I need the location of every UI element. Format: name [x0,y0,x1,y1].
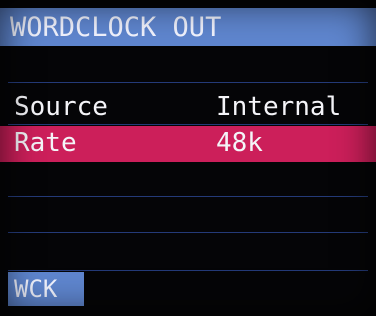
footer-tab-label: WCK [14,275,58,303]
page-title: WORDCLOCK OUT [10,11,222,43]
footer-divider [8,270,368,271]
rate-value: 48k [216,128,263,158]
menu-row-rate[interactable]: Rate 48k [0,126,376,162]
source-value: Internal [216,92,342,122]
title-bar: WORDCLOCK OUT [0,8,376,46]
row-divider [8,82,368,83]
device-screen: WORDCLOCK OUT Source Internal Rate 48k W… [0,0,376,316]
row-divider [8,232,368,233]
footer-tab-wck[interactable]: WCK [8,272,84,306]
row-divider [8,196,368,197]
rate-label: Rate [14,128,77,158]
source-label: Source [14,92,108,122]
menu-row-source[interactable]: Source Internal [0,90,376,126]
row-divider [8,124,368,125]
